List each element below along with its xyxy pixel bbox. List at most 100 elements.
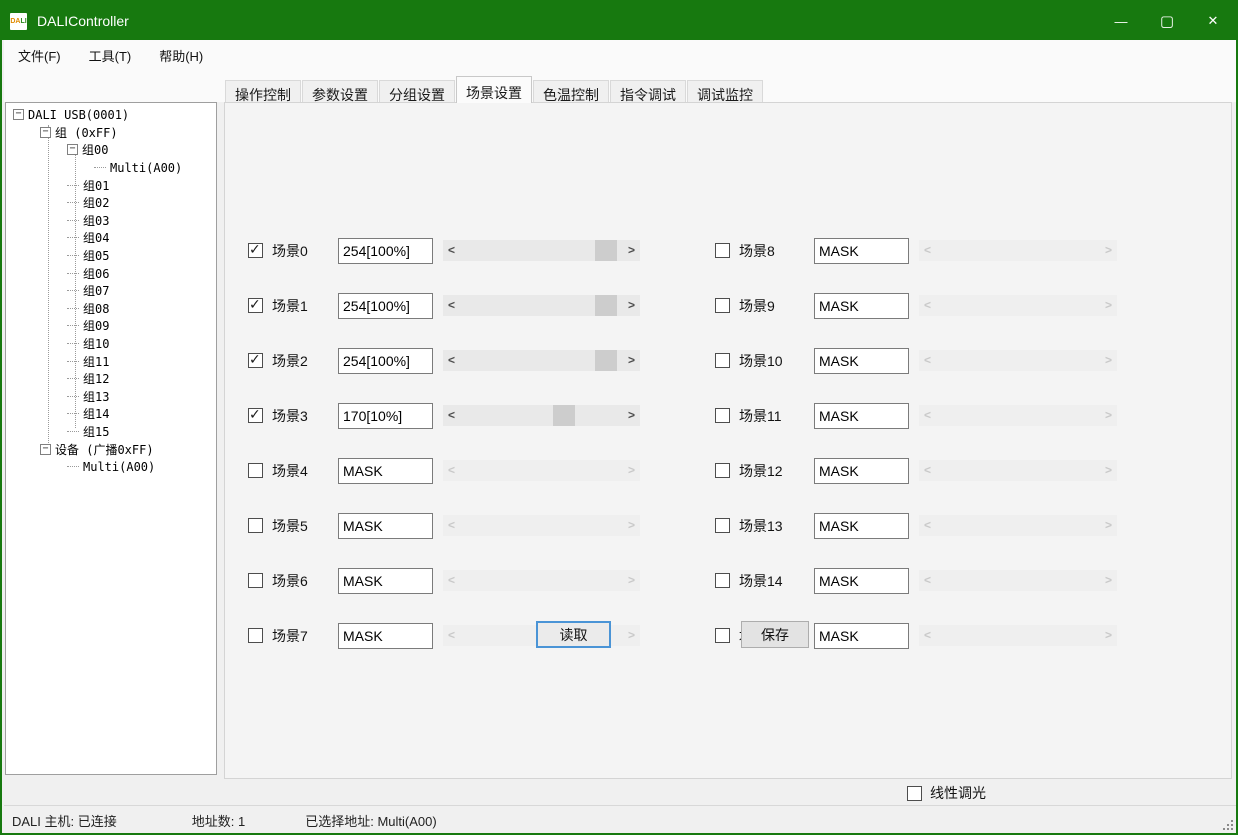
scene-value-input[interactable] [814,568,909,594]
tree-item[interactable]: 组08 [6,300,216,318]
scroll-left-arrow-icon[interactable]: < [443,240,460,261]
scene-checkbox[interactable] [715,463,730,478]
minimize-icon[interactable]: — [1098,2,1144,40]
scroll-right-arrow-icon: > [623,570,640,591]
tree-item[interactable]: −组 (0xFF) [6,124,216,142]
scene-checkbox[interactable] [715,243,730,258]
scene-value-input[interactable] [338,513,433,539]
resize-grip-icon[interactable] [1220,817,1234,831]
tree-item[interactable]: −组00 [6,141,216,159]
maximize-icon[interactable]: ▢ [1144,2,1190,40]
tree-item[interactable]: 组05 [6,247,216,265]
scroll-right-arrow-icon[interactable]: > [623,295,640,316]
tree-item[interactable]: 组11 [6,352,216,370]
read-button[interactable]: 读取 [536,621,611,648]
tree-item[interactable]: 组09 [6,317,216,335]
scene-value-input[interactable] [338,238,433,264]
scene-checkbox[interactable] [248,628,263,643]
tab-0[interactable]: 操作控制 [225,80,301,103]
scene-level-scrollbar[interactable]: <> [443,350,640,371]
tree-item[interactable]: 组06 [6,264,216,282]
save-button[interactable]: 保存 [741,621,809,648]
scrollbar-thumb[interactable] [595,295,617,316]
scene-label: 场景8 [739,241,814,261]
tab-4[interactable]: 色温控制 [533,80,609,103]
scene-checkbox[interactable] [248,573,263,588]
scene-row: 场景10<> [715,333,1117,388]
collapse-icon[interactable]: − [13,109,24,120]
tree-item[interactable]: 组13 [6,388,216,406]
scrollbar-thumb[interactable] [595,240,617,261]
scroll-left-arrow-icon[interactable]: < [443,295,460,316]
tree-leaf-connector [67,273,79,274]
linear-dimming-checkbox[interactable] [907,786,922,801]
tree-leaf-connector [67,343,79,344]
menu-tools[interactable]: 工具(T) [75,41,146,70]
scene-value-input[interactable] [814,458,909,484]
scene-checkbox[interactable] [715,408,730,423]
scene-level-scrollbar[interactable]: <> [443,405,640,426]
scroll-right-arrow-icon[interactable]: > [623,405,640,426]
scene-level-scrollbar[interactable]: <> [443,295,640,316]
scrollbar-thumb[interactable] [553,405,575,426]
scene-checkbox[interactable] [715,518,730,533]
tree-item[interactable]: −DALI USB(0001) [6,106,216,124]
scene-value-input[interactable] [814,293,909,319]
tree-item-label: 组15 [83,423,109,440]
collapse-icon[interactable]: − [40,444,51,455]
tree-item[interactable]: Multi(A00) [6,159,216,177]
scroll-left-arrow-icon[interactable]: < [443,405,460,426]
tree-item[interactable]: 组04 [6,229,216,247]
scene-value-input[interactable] [814,403,909,429]
tree-item[interactable]: 组15 [6,423,216,441]
scene-checkbox[interactable]: ✓ [248,353,263,368]
scene-checkbox[interactable] [715,353,730,368]
scene-checkbox[interactable] [715,628,730,643]
scene-checkbox[interactable] [715,298,730,313]
scene-value-input[interactable] [338,623,433,649]
scene-value-input[interactable] [338,293,433,319]
scene-value-input[interactable] [338,568,433,594]
tree-item[interactable]: 组07 [6,282,216,300]
tree-item[interactable]: 组03 [6,212,216,230]
tab-6[interactable]: 调试监控 [687,80,763,103]
tree-item[interactable]: 组10 [6,335,216,353]
scene-checkbox[interactable] [248,463,263,478]
scroll-right-arrow-icon[interactable]: > [623,350,640,371]
tab-3[interactable]: 场景设置 [456,76,532,103]
tree-item[interactable]: 组12 [6,370,216,388]
scene-checkbox[interactable] [248,518,263,533]
scroll-right-arrow-icon[interactable]: > [623,240,640,261]
tree-item-label: 组03 [83,212,109,229]
scene-value-input[interactable] [814,238,909,264]
close-icon[interactable]: ✕ [1190,2,1236,40]
scene-value-input[interactable] [338,348,433,374]
menu-help[interactable]: 帮助(H) [145,41,217,70]
scene-level-scrollbar[interactable]: <> [443,240,640,261]
scene-checkbox[interactable]: ✓ [248,408,263,423]
scene-checkbox[interactable]: ✓ [248,243,263,258]
scroll-left-arrow-icon[interactable]: < [443,350,460,371]
scene-value-input[interactable] [814,348,909,374]
tree-item-label: 组06 [83,265,109,282]
scene-checkbox[interactable] [715,573,730,588]
collapse-icon[interactable]: − [40,127,51,138]
tree-item[interactable]: Multi(A00) [6,458,216,476]
tree-item[interactable]: 组01 [6,176,216,194]
scrollbar-thumb[interactable] [595,350,617,371]
tree-item[interactable]: 组14 [6,405,216,423]
scene-label: 场景10 [739,351,814,371]
tab-5[interactable]: 指令调试 [610,80,686,103]
scene-value-input[interactable] [338,458,433,484]
scene-value-input[interactable] [814,623,909,649]
menu-file[interactable]: 文件(F) [4,41,75,70]
scene-checkbox[interactable]: ✓ [248,298,263,313]
scene-row: 场景4<> [248,443,640,498]
tree-item[interactable]: 组02 [6,194,216,212]
scene-value-input[interactable] [814,513,909,539]
tab-1[interactable]: 参数设置 [302,80,378,103]
scene-value-input[interactable] [338,403,433,429]
tree-item[interactable]: −设备 (广播0xFF) [6,440,216,458]
collapse-icon[interactable]: − [67,144,78,155]
tab-2[interactable]: 分组设置 [379,80,455,103]
